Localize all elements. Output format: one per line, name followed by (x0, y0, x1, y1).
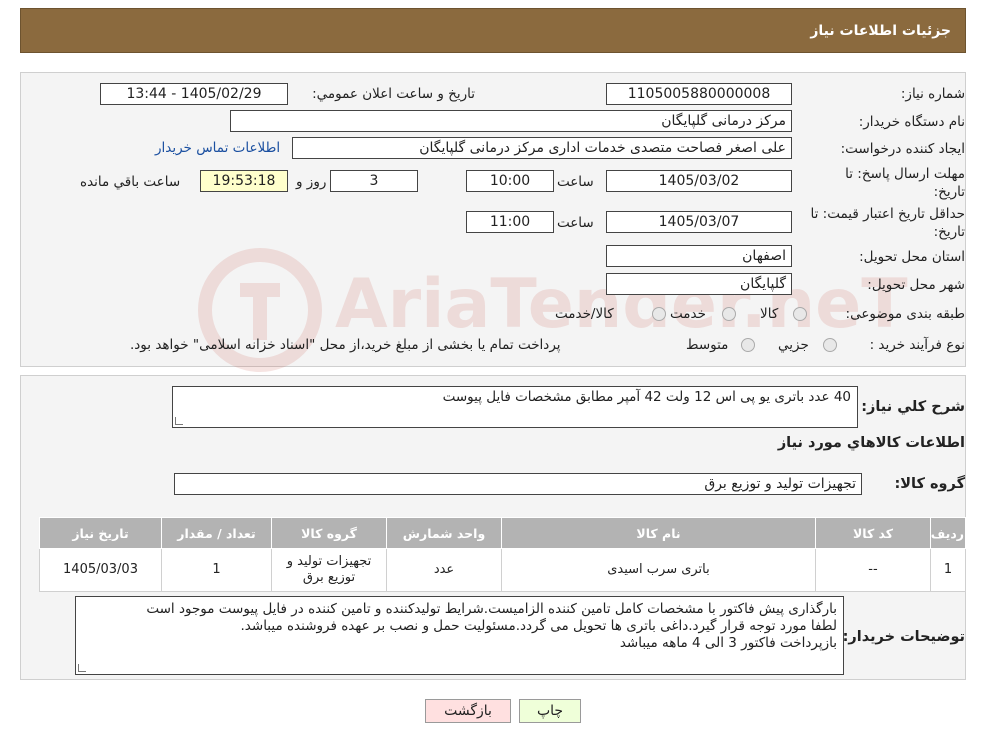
category-service-label: خدمت (670, 306, 706, 322)
city-label: شهر محل تحويل: (867, 277, 965, 293)
process-medium-label: متوسط (686, 337, 729, 353)
cell-unit: عدد (386, 548, 502, 592)
deadline-label-line2: تاریخ: (933, 184, 965, 200)
announce-label: تاریخ و ساعت اعلان عمومي: (312, 86, 475, 102)
buyer-notes-line-3: بازپرداخت فاکتور 3 الی 4 ماهه میباشد (619, 635, 837, 651)
process-minor-radio[interactable] (823, 338, 837, 352)
creator-label: ايجاد کننده درخواست: (840, 141, 965, 157)
process-note: پرداخت تمام يا بخشی از مبلغ خريد،از محل … (130, 337, 561, 353)
remaining-time-field: 19:53:18 (200, 170, 288, 192)
buyer-notes-textarea: بارگذاری پیش فاکتور با مشخصات کامل تامین… (75, 596, 844, 675)
col-item-name: نام کالا (501, 517, 816, 549)
col-item-group: گروه کالا (271, 517, 387, 549)
deadline-label-line1: مهلت ارسال پاسخ: تا (845, 166, 965, 182)
province-field: اصفهان (606, 245, 792, 267)
page-title: جزئیات اطلاعات نیاز (810, 23, 951, 39)
cell-quantity: 1 (161, 548, 272, 592)
validity-label-line2: تاريخ: (933, 224, 965, 240)
deadline-time-field: 10:00 (466, 170, 554, 192)
items-table-wrapper: رديف کد کالا نام کالا واحد شمارش گروه کا… (39, 517, 966, 592)
items-table-header: رديف کد کالا نام کالا واحد شمارش گروه کا… (39, 517, 966, 549)
days-label: روز و (296, 174, 327, 190)
category-goods-label: کالا (760, 306, 779, 322)
buyer-field: مرکز درمانی گلپایگان (230, 110, 792, 132)
table-row: 1 -- باتری سرب اسیدی عدد تجهیزات تولید و… (39, 548, 966, 592)
remaining-days-field: 3 (330, 170, 418, 192)
col-unit: واحد شمارش (386, 517, 502, 549)
cell-item-group: تجهیزات تولید و توزیع برق (271, 548, 387, 592)
validity-time-field: 11:00 (466, 211, 554, 233)
buyer-notes-label: توضيحات خريدار: (842, 629, 965, 645)
col-quantity: تعداد / مقدار (161, 517, 272, 549)
page-header: جزئیات اطلاعات نیاز (20, 8, 966, 53)
category-service-radio[interactable] (722, 307, 736, 321)
goods-section-title: اطلاعات کالاهاي مورد نياز (777, 435, 965, 451)
cell-row-number: 1 (930, 548, 966, 592)
validity-time-label: ساعت (557, 215, 594, 231)
process-medium-radio[interactable] (741, 338, 755, 352)
province-label: استان محل تحويل: (859, 249, 965, 265)
category-goods-radio[interactable] (793, 307, 807, 321)
category-label: طبقه بندی موضوعی: (845, 306, 965, 322)
need-number-label: شماره نیاز: (900, 86, 965, 102)
description-text: 40 عدد باتری یو پی اس 12 ولت 42 آمپر مطا… (442, 389, 851, 405)
validity-date-field: 1405/03/07 (606, 211, 792, 233)
goods-group-field: تجهیزات تولید و توزیع برق (174, 473, 862, 495)
col-need-date: تاريخ نياز (39, 517, 162, 549)
process-label: نوع فرآيند خريد : (869, 337, 965, 353)
buyer-label: نام دستگاه خريدار: (858, 114, 965, 130)
remaining-label: ساعت باقي مانده (80, 174, 181, 190)
col-item-code: کد کالا (815, 517, 931, 549)
city-field: گلپایگان (606, 273, 792, 295)
process-minor-label: جزيي (778, 337, 809, 353)
goods-group-label: گروه کالا: (894, 476, 965, 492)
announce-field: 1405/02/29 - 13:44 (100, 83, 288, 105)
deadline-date-field: 1405/03/02 (606, 170, 792, 192)
buyer-notes-line-2: لطفا مورد توجه قرار گیرد.داغی باتری ها ت… (240, 618, 838, 634)
deadline-time-label: ساعت (557, 174, 594, 190)
buyer-notes-line-1: بارگذاری پیش فاکتور با مشخصات کامل تامین… (146, 601, 837, 617)
col-row-number: رديف (930, 517, 966, 549)
validity-label-line1: حداقل تاريخ اعتبار قيمت: تا (810, 206, 965, 222)
back-button[interactable]: بازگشت (425, 699, 511, 723)
cell-need-date: 1405/03/03 (39, 548, 162, 592)
items-table: رديف کد کالا نام کالا واحد شمارش گروه کا… (39, 517, 966, 592)
print-button[interactable]: چاپ (519, 699, 581, 723)
category-goods-service-radio[interactable] (652, 307, 666, 321)
buyer-contact-link[interactable]: اطلاعات تماس خريدار (155, 140, 280, 156)
description-resize-grip[interactable] (175, 417, 183, 425)
need-number-field: 1105005880000008 (606, 83, 792, 105)
cell-item-name: باتری سرب اسیدی (501, 548, 816, 592)
description-label: شرح کلي نياز: (861, 399, 965, 415)
cell-item-code: -- (815, 548, 931, 592)
description-textarea: 40 عدد باتری یو پی اس 12 ولت 42 آمپر مطا… (172, 386, 858, 428)
creator-field: علی اصغر فصاحت متصدی خدمات اداری مرکز در… (292, 137, 792, 159)
buyer-notes-resize-grip[interactable] (78, 664, 86, 672)
category-goods-service-label: کالا/خدمت (555, 306, 614, 322)
